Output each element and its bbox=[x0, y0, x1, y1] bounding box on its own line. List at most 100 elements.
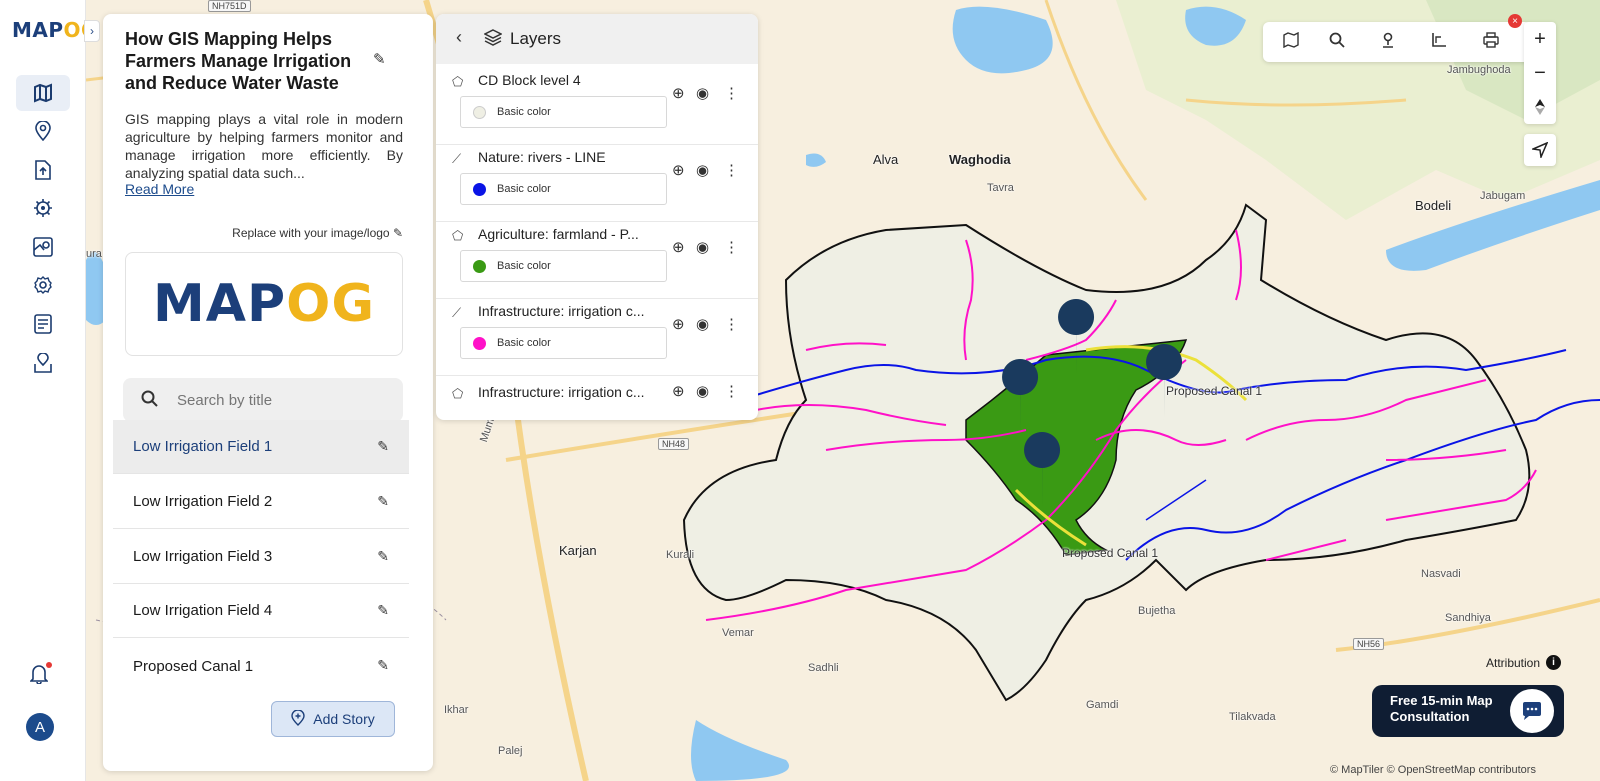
polygon-layer-icon: ⬠ bbox=[452, 386, 464, 401]
replace-logo-label: Replace with your image/logo bbox=[232, 226, 390, 240]
map-label-bujetha: Bujetha bbox=[1138, 605, 1176, 617]
story-item-5[interactable]: Proposed Canal 1 ✎ bbox=[113, 639, 409, 693]
share-location-icon[interactable] bbox=[16, 345, 70, 381]
edit-pencil-icon[interactable]: ✎ bbox=[377, 548, 389, 565]
story-logo-box[interactable]: MAPOG bbox=[125, 252, 403, 356]
story-item-label: Proposed Canal 1 bbox=[133, 657, 254, 675]
notification-bell-icon[interactable] bbox=[29, 664, 49, 689]
location-search-icon[interactable] bbox=[1381, 32, 1395, 52]
add-story-button[interactable]: Add Story bbox=[271, 701, 395, 737]
layer-name: Infrastructure: irrigation c... bbox=[478, 303, 645, 319]
map-label-tavra: Tavra bbox=[987, 182, 1014, 194]
layer-row[interactable]: ⬠ Infrastructure: irrigation c... ⊕ ◉ ⋮ bbox=[436, 380, 758, 420]
edit-pencil-icon[interactable]: ✎ bbox=[377, 438, 389, 455]
layer-color-picker[interactable]: Basic color bbox=[460, 327, 667, 359]
story-item-label: Low Irrigation Field 4 bbox=[133, 602, 273, 619]
map-label-tilakvada: Tilakvada bbox=[1229, 711, 1276, 723]
zoom-to-layer-icon[interactable]: ⊕ bbox=[672, 382, 685, 400]
visibility-eye-icon[interactable]: ◉ bbox=[696, 238, 709, 256]
search-icon bbox=[141, 390, 159, 413]
more-options-icon[interactable]: ⋮ bbox=[724, 238, 739, 256]
attribution-label[interactable]: Attribution bbox=[1486, 656, 1540, 670]
compass-north-icon[interactable] bbox=[1524, 90, 1556, 124]
map-label-sandhiya: Sandhiya bbox=[1445, 612, 1491, 624]
story-item-2[interactable]: Low Irrigation Field 2 ✎ bbox=[113, 475, 409, 529]
edit-pencil-icon[interactable]: ✎ bbox=[377, 657, 389, 674]
road-badge-nh751d: NH751D bbox=[208, 0, 251, 12]
replace-logo-link[interactable]: Replace with your image/logo ✎ bbox=[232, 226, 403, 240]
more-options-icon[interactable]: ⋮ bbox=[724, 382, 739, 400]
read-more-link[interactable]: Read More bbox=[125, 181, 194, 197]
map-label-gamdi: Gamdi bbox=[1086, 699, 1119, 711]
chat-bubble-icon[interactable] bbox=[1510, 689, 1554, 733]
edit-pencil-icon[interactable]: ✎ bbox=[377, 493, 389, 510]
story-search bbox=[123, 378, 403, 422]
locate-me-icon[interactable] bbox=[1524, 134, 1556, 166]
map-label-canal-1: Proposed Canal 1 bbox=[1166, 384, 1263, 398]
info-icon[interactable]: i bbox=[1546, 655, 1561, 670]
visibility-eye-icon[interactable]: ◉ bbox=[696, 161, 709, 179]
line-layer-icon: ⟋ bbox=[452, 151, 462, 166]
zoom-out-button[interactable]: − bbox=[1524, 56, 1556, 90]
map-label-vemar: Vemar bbox=[722, 627, 754, 639]
story-item-label: Low Irrigation Field 2 bbox=[133, 493, 273, 510]
user-avatar[interactable]: A bbox=[26, 713, 54, 741]
layer-row[interactable]: ⟋ Infrastructure: irrigation c... Basic … bbox=[436, 299, 758, 376]
edit-pencil-icon[interactable]: ✎ bbox=[377, 602, 389, 619]
visibility-eye-icon[interactable]: ◉ bbox=[696, 315, 709, 333]
zoom-to-layer-icon[interactable]: ⊕ bbox=[672, 84, 685, 102]
visibility-eye-icon[interactable]: ◉ bbox=[696, 84, 709, 102]
zoom-to-layer-icon[interactable]: ⊕ bbox=[672, 161, 685, 179]
story-description: GIS mapping plays a vital role in modern… bbox=[125, 111, 403, 181]
zoom-to-layer-icon[interactable]: ⊕ bbox=[672, 315, 685, 333]
more-options-icon[interactable]: ⋮ bbox=[724, 161, 739, 179]
story-item-4[interactable]: Low Irrigation Field 4 ✎ bbox=[113, 584, 409, 638]
settings-icon[interactable] bbox=[16, 267, 70, 303]
visibility-eye-icon[interactable]: ◉ bbox=[696, 382, 709, 400]
map-add-icon[interactable] bbox=[16, 229, 70, 265]
map-label-canal-2: Proposed Canal 1 bbox=[1062, 546, 1159, 560]
edit-logo-pencil-icon: ✎ bbox=[392, 226, 403, 240]
search-icon[interactable] bbox=[1329, 32, 1345, 52]
story-logo-og: OG bbox=[286, 274, 375, 334]
logo-text-map: MAP bbox=[12, 18, 64, 42]
map-view-icon[interactable] bbox=[1283, 31, 1299, 52]
layer-row[interactable]: ⬠ CD Block level 4 Basic color ⊕ ◉ ⋮ bbox=[436, 68, 758, 145]
report-list-icon[interactable] bbox=[16, 306, 70, 342]
edit-title-pencil-icon[interactable]: ✎ bbox=[373, 50, 386, 68]
measure-icon[interactable] bbox=[1431, 32, 1447, 52]
more-options-icon[interactable]: ⋮ bbox=[724, 84, 739, 102]
story-panel: How GIS Mapping Helps Farmers Manage Irr… bbox=[103, 14, 433, 771]
layer-color-picker[interactable]: Basic color bbox=[460, 173, 667, 205]
analysis-gear-icon[interactable] bbox=[16, 190, 70, 226]
layer-color-picker[interactable]: Basic color bbox=[460, 96, 667, 128]
story-item-1[interactable]: Low Irrigation Field 1 ✎ bbox=[113, 420, 409, 474]
toolbar-close-icon[interactable]: × bbox=[1508, 14, 1522, 28]
map-label-jabugam: Jabugam bbox=[1480, 190, 1526, 202]
back-chevron-icon[interactable]: ‹ bbox=[456, 27, 462, 48]
more-options-icon[interactable]: ⋮ bbox=[724, 315, 739, 333]
color-label: Basic color bbox=[497, 106, 551, 118]
zoom-to-layer-icon[interactable]: ⊕ bbox=[672, 238, 685, 256]
consultation-text: Free 15-min Map Consultation bbox=[1390, 693, 1493, 724]
color-swatch bbox=[473, 337, 486, 350]
layer-color-picker[interactable]: Basic color bbox=[460, 250, 667, 282]
consultation-widget[interactable]: Free 15-min Map Consultation bbox=[1372, 685, 1564, 737]
upload-file-icon[interactable] bbox=[16, 152, 70, 188]
layer-row[interactable]: ⬠ Agriculture: farmland - P... Basic col… bbox=[436, 222, 758, 299]
print-icon[interactable] bbox=[1483, 32, 1499, 52]
location-pin-icon[interactable] bbox=[16, 113, 70, 149]
map-credits: © MapTiler © OpenStreetMap contributors bbox=[1330, 764, 1536, 776]
notification-dot bbox=[46, 662, 52, 668]
layer-row[interactable]: ⟋ Nature: rivers - LINE Basic color ⊕ ◉ … bbox=[436, 145, 758, 222]
map-label-nasvadi: Nasvadi bbox=[1421, 568, 1461, 580]
zoom-in-button[interactable]: + bbox=[1524, 22, 1556, 56]
polygon-layer-icon: ⬠ bbox=[452, 74, 464, 89]
map-icon[interactable] bbox=[16, 75, 70, 111]
line-layer-icon: ⟋ bbox=[452, 305, 462, 320]
search-input[interactable] bbox=[177, 388, 387, 412]
map-label-alva: Alva bbox=[873, 152, 899, 167]
chevron-right-icon[interactable]: › bbox=[84, 20, 100, 42]
map-label-karjan: Karjan bbox=[559, 543, 597, 558]
story-item-3[interactable]: Low Irrigation Field 3 ✎ bbox=[113, 530, 409, 584]
